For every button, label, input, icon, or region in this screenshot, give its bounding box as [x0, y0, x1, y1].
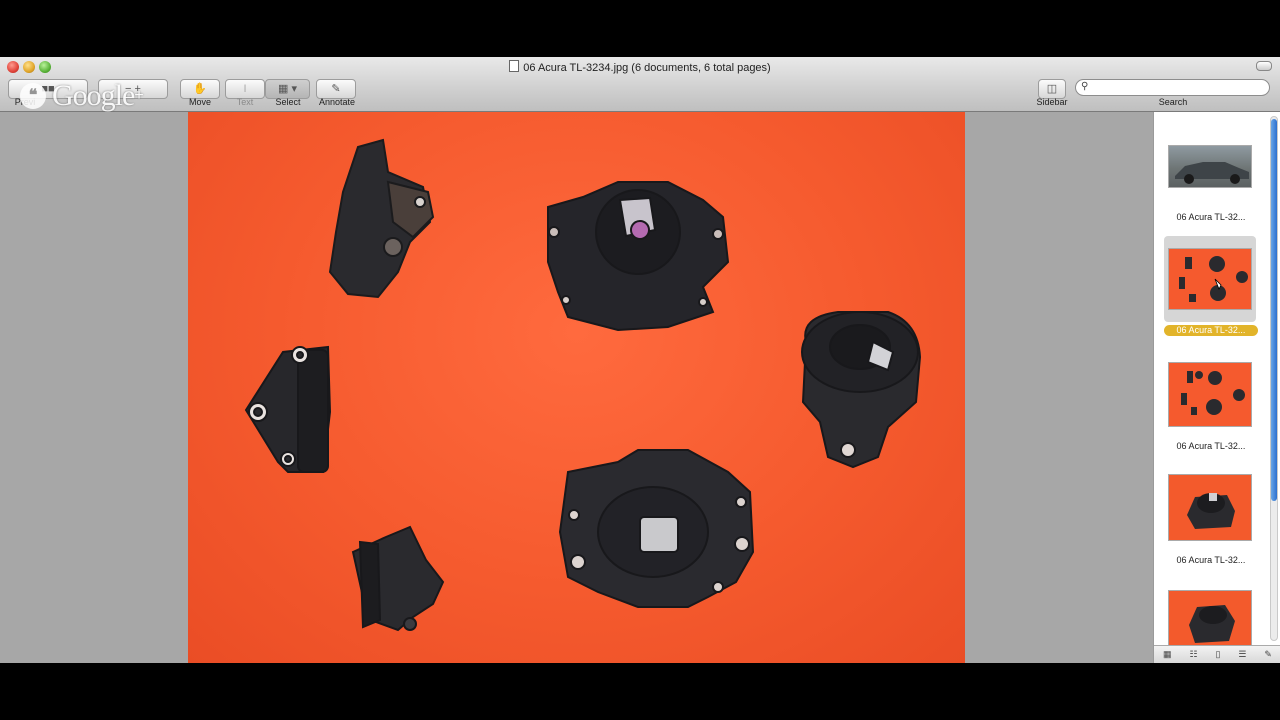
thumbnail-4[interactable] — [1168, 474, 1252, 541]
window-title: 06 Acura TL-3234.jpg (6 documents, 6 tot… — [0, 60, 1280, 74]
list-view-icon[interactable]: ☰ — [1238, 649, 1246, 660]
text-label: Text — [236, 97, 254, 107]
marquee-icon: ▦ ▾ — [278, 83, 297, 95]
thumbnail-2-label[interactable]: 06 Acura TL-32... — [1164, 325, 1258, 336]
car-thumbnail-image — [1175, 162, 1249, 184]
select-label: Select — [275, 97, 301, 107]
sidebar-label: Sidebar — [1036, 97, 1068, 107]
move-label: Move — [188, 97, 211, 107]
thumbnail-4-label[interactable]: 06 Acura TL-32... — [1164, 555, 1258, 565]
document-view[interactable] — [0, 112, 1153, 663]
toolbar-toggle-button[interactable] — [1256, 61, 1272, 71]
toolbar: 06 Acura TL-3234.jpg (6 documents, 6 tot… — [0, 57, 1280, 112]
mount-part-4 — [801, 311, 922, 469]
search-icon: ⚲ — [1081, 81, 1089, 92]
google-plus-overlay-logo: ❝ Google + — [20, 79, 144, 113]
hand-icon: ✋ — [193, 83, 207, 95]
google-logo-plus: + — [134, 87, 144, 104]
thumbnail-view-icon[interactable]: ▦ — [1163, 649, 1172, 660]
hangouts-icon: ❝ — [20, 83, 46, 109]
search-input[interactable] — [1094, 81, 1266, 96]
mount-part-1 — [328, 138, 435, 299]
mounts-thumbnail-image — [1181, 371, 1245, 415]
thumbnail-1[interactable] — [1168, 145, 1252, 188]
window-title-text: 06 Acura TL-3234.jpg (6 documents, 6 tot… — [523, 62, 771, 74]
sidebar-toggle-button[interactable]: ◫ — [1038, 79, 1066, 99]
sidebar-footer: ▦ ☷ ▯ ☰ ✎ — [1154, 645, 1280, 663]
mount-closeup-thumbnail-image — [1187, 493, 1235, 529]
document-image — [188, 112, 965, 663]
thumbnail-sidebar[interactable]: 06 Acura TL-32... 06 Acura TL-32... 06 A… — [1153, 112, 1280, 663]
mount-part-5 — [558, 449, 755, 608]
sidebar-icon: ◫ — [1046, 83, 1058, 95]
engine-mounts-photo — [244, 138, 922, 632]
single-view-icon[interactable]: ▯ — [1215, 649, 1220, 660]
mounts-thumbnail-image — [1179, 256, 1248, 302]
mount-part-2 — [547, 181, 730, 332]
sidebar-scrollbar[interactable] — [1270, 116, 1278, 641]
sidebar-scrollbar-thumb[interactable] — [1271, 119, 1277, 501]
annotate-tool-button[interactable]: ✎ — [316, 79, 356, 99]
search-label: Search — [1158, 97, 1188, 107]
text-tool-button[interactable]: I — [225, 79, 265, 99]
mount-part-6 — [351, 525, 445, 632]
thumbnail-1-label[interactable]: 06 Acura TL-32... — [1164, 212, 1258, 222]
preview-window: 06 Acura TL-3234.jpg (6 documents, 6 tot… — [0, 57, 1280, 663]
mount-part-3 — [244, 345, 332, 473]
thumbnail-5[interactable] — [1168, 590, 1252, 646]
edit-icon[interactable]: ✎ — [1264, 649, 1272, 660]
thumbnail-3-label[interactable]: 06 Acura TL-32... — [1164, 441, 1258, 451]
move-tool-button[interactable]: ✋ — [180, 79, 220, 99]
thumbnail-3[interactable] — [1168, 362, 1252, 427]
annotate-label: Annotate — [318, 97, 356, 107]
select-tool-button[interactable]: ▦ ▾ — [265, 79, 310, 99]
google-logo-text: Google — [52, 79, 135, 112]
mount-closeup-thumbnail-image — [1189, 605, 1235, 643]
thumbnail-2[interactable] — [1168, 248, 1252, 310]
search-field[interactable]: ⚲ — [1075, 79, 1270, 96]
text-cursor-icon: I — [243, 83, 247, 95]
grid-view-icon[interactable]: ☷ — [1189, 649, 1197, 660]
document-icon — [509, 60, 520, 72]
pencil-icon: ✎ — [331, 83, 341, 95]
